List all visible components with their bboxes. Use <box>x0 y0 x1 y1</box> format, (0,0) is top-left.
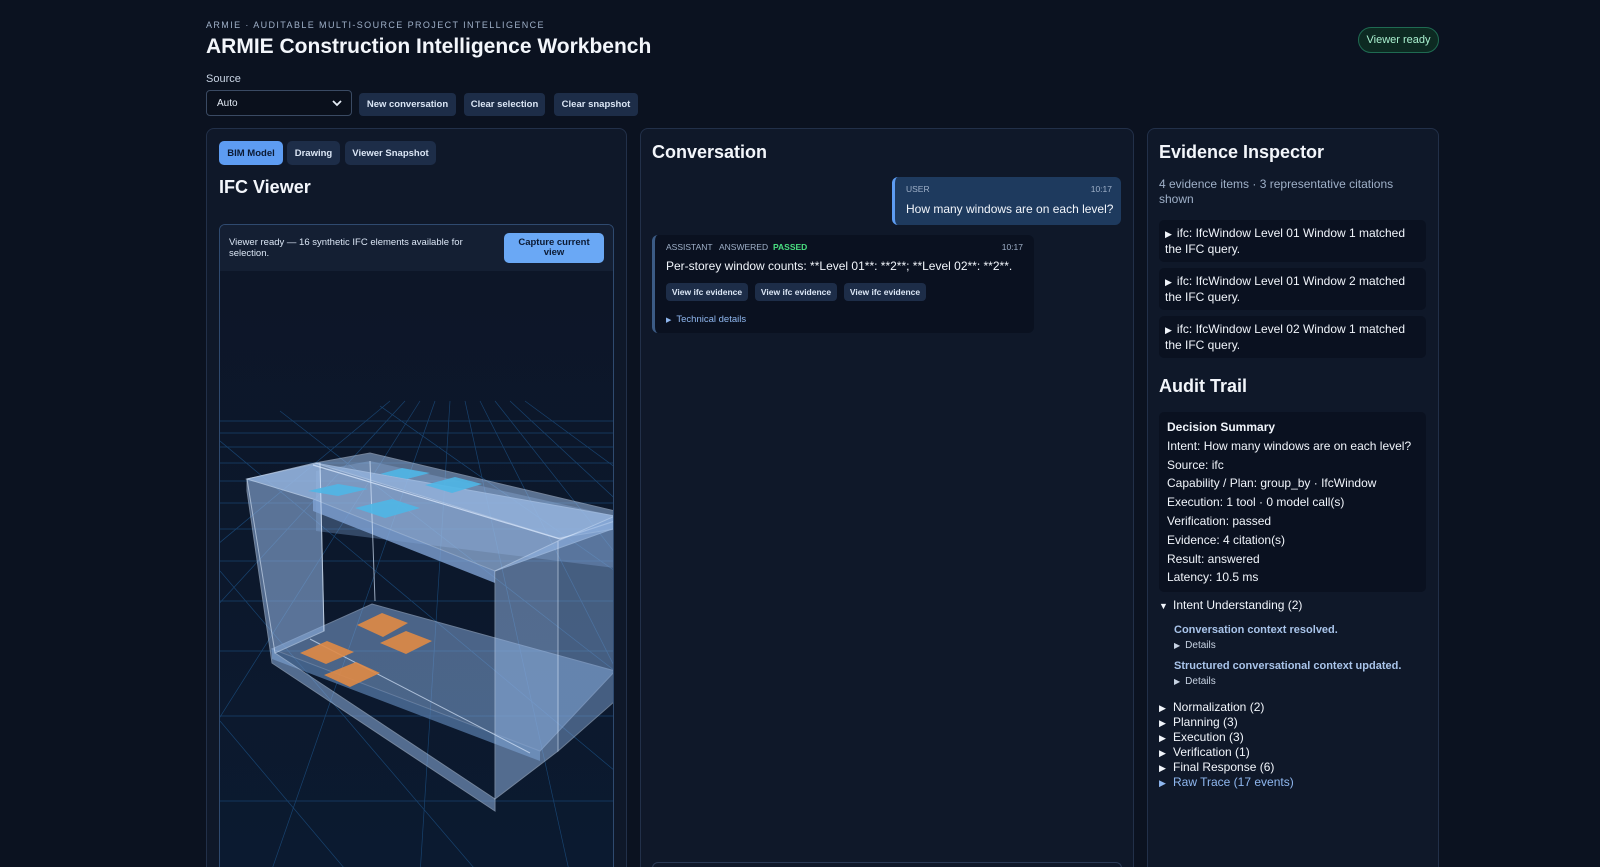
decision-line: Result: answered <box>1167 551 1260 566</box>
audit-section-label: Verification (1) <box>1173 745 1250 759</box>
triangle-right-icon: ▶ <box>1165 229 1172 239</box>
audit-section-intent[interactable]: ▼ Intent Understanding (2) <box>1159 598 1302 612</box>
viewer-status-message: Viewer ready — 16 synthetic IFC elements… <box>229 237 463 259</box>
user-message-text: How many windows are on each level? <box>906 202 1114 216</box>
audit-section-label: Final Response (6) <box>1173 760 1275 774</box>
decision-line: Intent: How many windows are on each lev… <box>1167 438 1412 453</box>
details-label: Details <box>1185 640 1216 651</box>
technical-details-label: Technical details <box>676 314 747 325</box>
citation-item[interactable]: ▶ ifc: IfcWindow Level 01 Window 1 matche… <box>1159 220 1426 262</box>
decision-line: Execution: 1 tool · 0 model call(s) <box>1167 495 1345 510</box>
triangle-right-icon: ▶ <box>1159 718 1166 728</box>
evidence-summary: 4 evidence items · 3 representative cita… <box>1159 177 1394 206</box>
decision-line: Verification: passed <box>1167 513 1272 528</box>
user-message: USER 10:17 How many windows are on each … <box>892 177 1121 225</box>
decision-summary: Decision Summary Intent: How many window… <box>1159 412 1426 592</box>
audit-section-label: Planning (3) <box>1173 715 1238 729</box>
viewer-header: Viewer ready — 16 synthetic IFC elements… <box>220 225 613 271</box>
assistant-message: ASSISTANT ANSWERED PASSED 10:17 Per-stor… <box>652 235 1034 333</box>
audit-section-label: Intent Understanding (2) <box>1173 598 1303 612</box>
view-evidence-button[interactable]: View ifc evidence <box>666 283 748 301</box>
triangle-right-icon: ▶ <box>1159 703 1166 713</box>
triangle-right-icon: ▶ <box>1165 277 1172 287</box>
intent-item-details-toggle[interactable]: ▶ Details <box>1174 640 1216 651</box>
source-select[interactable]: Auto <box>206 90 352 116</box>
chevron-down-icon <box>332 100 342 107</box>
clear-selection-button[interactable]: Clear selection <box>464 93 545 116</box>
audit-section-label: Normalization (2) <box>1173 700 1265 714</box>
viewer-status-badge: Viewer ready <box>1358 27 1439 53</box>
audit-section-final-response[interactable]: ▶ Final Response (6) <box>1159 760 1274 774</box>
triangle-right-icon: ▶ <box>1159 748 1166 758</box>
triangle-right-icon: ▶ <box>1159 763 1166 773</box>
intent-item-title: Structured conversational context update… <box>1174 660 1402 672</box>
source-select-value: Auto <box>217 97 238 109</box>
audit-section-verification[interactable]: ▶ Verification (1) <box>1159 745 1250 759</box>
decision-line: Capability / Plan: group_by · IfcWindow <box>1167 476 1377 491</box>
triangle-right-icon: ▶ <box>1174 641 1181 650</box>
source-label: Source <box>206 73 241 85</box>
triangle-right-icon: ▶ <box>1159 733 1166 743</box>
tab-bim-model[interactable]: BIM Model <box>219 141 283 165</box>
intent-item-details-toggle[interactable]: ▶ Details <box>1174 676 1216 687</box>
decision-line: Latency: 10.5 ms <box>1167 570 1259 585</box>
clear-snapshot-button[interactable]: Clear snapshot <box>554 93 638 116</box>
ifc-viewer-canvas[interactable]: Viewer ready — 16 synthetic IFC elements… <box>219 224 614 867</box>
technical-details-toggle[interactable]: ▶ Technical details <box>666 314 746 325</box>
page-title: ARMIE Construction Intelligence Workbenc… <box>206 35 652 58</box>
assistant-message-text: Per-storey window counts: **Level 01**: … <box>666 259 1013 273</box>
view-evidence-button[interactable]: View ifc evidence <box>844 283 926 301</box>
message-composer[interactable] <box>652 862 1122 867</box>
view-evidence-button[interactable]: View ifc evidence <box>755 283 837 301</box>
tab-drawing[interactable]: Drawing <box>287 141 340 165</box>
message-status: ANSWERED <box>719 242 769 252</box>
new-conversation-button[interactable]: New conversation <box>359 93 456 116</box>
tab-viewer-snapshot[interactable]: Viewer Snapshot <box>345 141 436 165</box>
audit-section-label: Execution (3) <box>1173 730 1244 744</box>
bim-model-scene[interactable] <box>220 271 614 867</box>
message-time: 10:17 <box>1090 184 1112 194</box>
decision-summary-heading: Decision Summary <box>1167 420 1276 434</box>
audit-trail-title: Audit Trail <box>1159 376 1248 396</box>
ifc-viewer-title: IFC Viewer <box>219 177 311 197</box>
audit-section-planning[interactable]: ▶ Planning (3) <box>1159 715 1238 729</box>
message-role: USER <box>906 184 930 194</box>
evidence-inspector-title: Evidence Inspector <box>1159 142 1325 162</box>
app-eyebrow: ARMIE · AUDITABLE MULTI-SOURCE PROJECT I… <box>206 20 545 30</box>
details-label: Details <box>1185 676 1216 687</box>
triangle-right-icon: ▶ <box>1174 677 1181 686</box>
audit-section-normalization[interactable]: ▶ Normalization (2) <box>1159 700 1264 714</box>
audit-section-execution[interactable]: ▶ Execution (3) <box>1159 730 1244 744</box>
triangle-right-icon: ▶ <box>1165 325 1172 335</box>
verification-badge: PASSED <box>773 242 808 252</box>
capture-view-button[interactable]: Capture current view <box>504 233 604 263</box>
decision-line: Source: ifc <box>1167 457 1224 472</box>
message-time: 10:17 <box>1001 242 1023 252</box>
intent-item-title: Conversation context resolved. <box>1174 624 1338 636</box>
raw-trace-toggle[interactable]: ▶ Raw Trace (17 events) <box>1159 775 1294 789</box>
message-role: ASSISTANT <box>666 242 713 252</box>
triangle-right-icon: ▶ <box>666 317 672 324</box>
raw-trace-label: Raw Trace (17 events) <box>1173 775 1294 789</box>
citation-text: ifc: IfcWindow Level 01 Window 2 matched… <box>1165 274 1406 304</box>
triangle-right-icon: ▶ <box>1159 778 1166 788</box>
citation-item[interactable]: ▶ ifc: IfcWindow Level 02 Window 1 matche… <box>1159 316 1426 358</box>
conversation-title: Conversation <box>652 142 768 162</box>
citation-text: ifc: IfcWindow Level 02 Window 1 matched… <box>1165 322 1406 352</box>
citation-item[interactable]: ▶ ifc: IfcWindow Level 01 Window 2 matche… <box>1159 268 1426 310</box>
citation-text: ifc: IfcWindow Level 01 Window 1 matched… <box>1165 226 1406 256</box>
decision-line: Evidence: 4 citation(s) <box>1167 532 1286 547</box>
triangle-down-icon: ▼ <box>1159 601 1168 611</box>
